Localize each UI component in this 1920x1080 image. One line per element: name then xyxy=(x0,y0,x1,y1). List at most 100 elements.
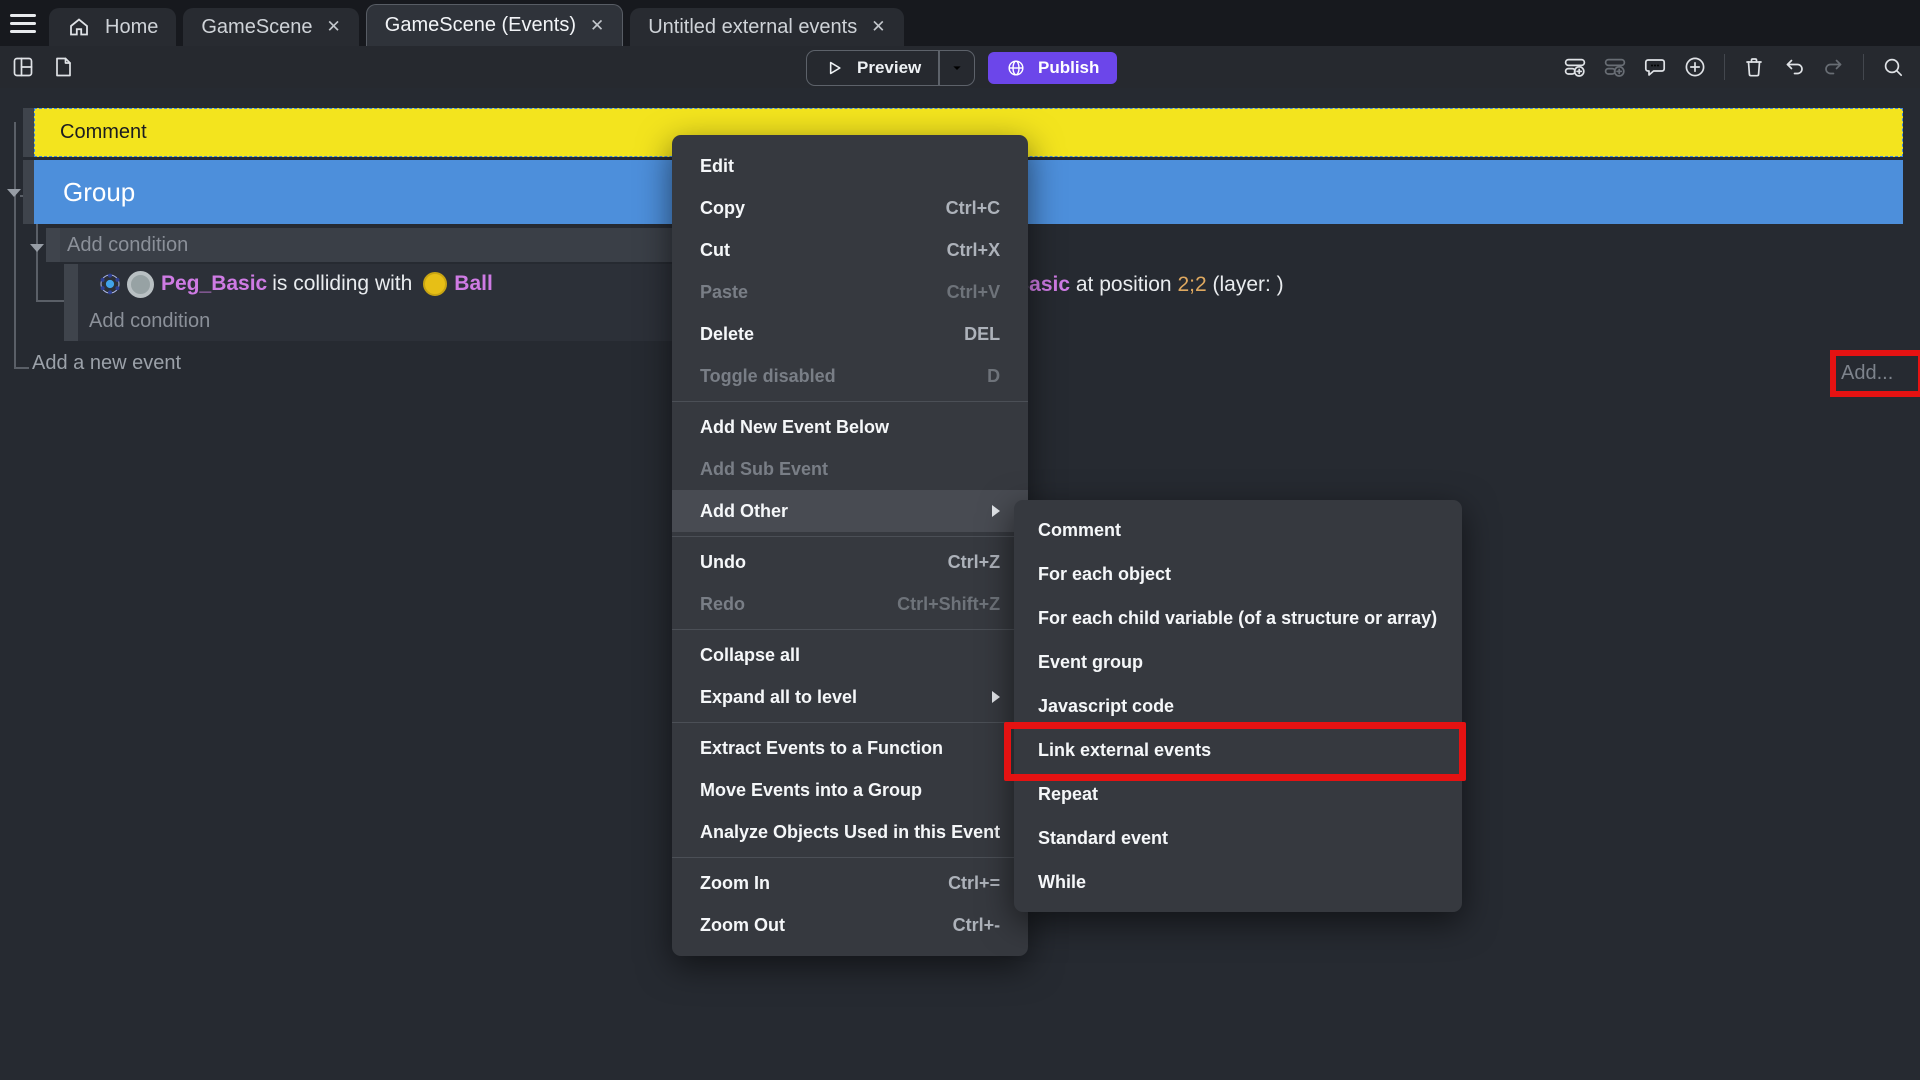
add-button-highlight-box: Add... xyxy=(1830,350,1920,397)
menu-item-shortcut: Ctrl+= xyxy=(902,873,1000,894)
save-icon[interactable] xyxy=(50,54,76,80)
menu-item-move-events-into-a-group[interactable]: Move Events into a Group xyxy=(672,769,1028,811)
menu-item-label: Extract Events to a Function xyxy=(700,738,943,759)
menu-item-label: While xyxy=(1038,872,1086,893)
home-icon xyxy=(67,15,91,39)
menu-item-collapse-all[interactable]: Collapse all xyxy=(672,634,1028,676)
physics-behavior-icon xyxy=(98,272,122,296)
preview-dropdown-button[interactable] xyxy=(940,51,974,85)
add-button[interactable]: Add... xyxy=(1841,362,1893,385)
event-drag-handle[interactable] xyxy=(46,228,60,262)
menu-item-label: Zoom In xyxy=(700,873,770,894)
menu-item-label: Standard event xyxy=(1038,828,1168,849)
menu-item-label: Cut xyxy=(700,240,730,261)
menu-divider xyxy=(672,722,1028,723)
layout-panels-icon[interactable] xyxy=(10,54,36,80)
menu-item-shortcut: Ctrl+- xyxy=(907,915,1001,936)
menu-item-expand-all-to-level[interactable]: Expand all to level xyxy=(672,676,1028,718)
menu-item-label: Repeat xyxy=(1038,784,1098,805)
collapse-arrow-icon[interactable] xyxy=(30,244,44,252)
tab-label: Home xyxy=(105,16,158,39)
menu-item-copy[interactable]: Copy Ctrl+C xyxy=(672,187,1028,229)
condition-text: is colliding with xyxy=(272,272,412,296)
menu-item-edit[interactable]: Edit xyxy=(672,145,1028,187)
menu-item-shortcut: Ctrl+Shift+Z xyxy=(851,594,1000,615)
tree-line xyxy=(36,222,38,302)
menu-item-zoom-out[interactable]: Zoom OutCtrl+- xyxy=(672,904,1028,946)
menu-item-delete[interactable]: DeleteDEL xyxy=(672,313,1028,355)
tab-gamescene-events[interactable]: GameScene (Events) ✕ xyxy=(366,4,623,46)
redo-icon xyxy=(1821,54,1847,80)
menu-item-label: Redo xyxy=(700,594,745,615)
condition-object2: Ball xyxy=(454,272,493,296)
menu-item-label: Add Other xyxy=(700,501,788,522)
menu-item-add-new-event-below[interactable]: Add New Event Below xyxy=(672,406,1028,448)
menu-item-add-other[interactable]: Add Other xyxy=(672,490,1028,532)
event-drag-handle[interactable] xyxy=(64,264,78,341)
add-sub-event-icon xyxy=(1602,54,1628,80)
preview-button[interactable]: Preview xyxy=(806,50,975,86)
menu-item-shortcut: Ctrl+Z xyxy=(902,552,1001,573)
menu-item-label: Copy xyxy=(700,198,745,219)
publish-button[interactable]: Publish xyxy=(988,52,1117,84)
undo-icon[interactable] xyxy=(1781,54,1807,80)
menu-item-shortcut: Ctrl+C xyxy=(900,198,1001,219)
menu-item-for-each-child-variable-of-a-structure-or-array[interactable]: For each child variable (of a structure … xyxy=(1014,596,1462,640)
menu-item-paste[interactable]: PasteCtrl+V xyxy=(672,271,1028,313)
menu-item-label: Collapse all xyxy=(700,645,800,666)
action-layer-text: (layer: ) xyxy=(1207,273,1284,296)
add-other-event-icon[interactable] xyxy=(1682,54,1708,80)
menu-item-add-sub-event[interactable]: Add Sub Event xyxy=(672,448,1028,490)
hamburger-icon[interactable] xyxy=(10,9,46,37)
menu-item-while[interactable]: While xyxy=(1014,860,1462,904)
menu-item-extract-events-to-a-function[interactable]: Extract Events to a Function xyxy=(672,727,1028,769)
menu-item-toggle-disabled[interactable]: Toggle disabledD xyxy=(672,355,1028,397)
tab-label: Untitled external events xyxy=(648,16,857,39)
collapse-arrow-icon[interactable] xyxy=(7,189,21,197)
action-position-value: 2;2 xyxy=(1177,273,1206,296)
search-icon[interactable] xyxy=(1880,54,1906,80)
menu-item-label: Javascript code xyxy=(1038,696,1174,717)
menu-item-standard-event[interactable]: Standard event xyxy=(1014,816,1462,860)
menu-item-label: Comment xyxy=(1038,520,1121,541)
tab-home[interactable]: Home xyxy=(49,8,176,46)
event-drag-handle[interactable] xyxy=(23,160,34,224)
menu-item-label: Move Events into a Group xyxy=(700,780,922,801)
tab-close-icon[interactable]: ✕ xyxy=(590,16,604,36)
toolbar-divider xyxy=(1863,54,1864,80)
add-other-submenu: Comment For each object For each child var… xyxy=(1014,500,1462,912)
tab-gamescene[interactable]: GameScene ✕ xyxy=(183,8,358,46)
menu-item-for-each-object[interactable]: For each object xyxy=(1014,552,1462,596)
delete-icon[interactable] xyxy=(1741,54,1767,80)
menu-item-cut[interactable]: CutCtrl+X xyxy=(672,229,1028,271)
menu-item-analyze-objects-used-in-this-event[interactable]: Analyze Objects Used in this Event xyxy=(672,811,1028,853)
event-drag-handle[interactable] xyxy=(23,108,34,157)
add-new-event-link[interactable]: Add a new event xyxy=(32,352,181,375)
globe-icon xyxy=(1006,58,1026,78)
menu-item-label: Analyze Objects Used in this Event xyxy=(700,822,1000,843)
link-external-events-highlight-box xyxy=(1004,722,1466,781)
menu-item-event-group[interactable]: Event group xyxy=(1014,640,1462,684)
menu-item-label: Add New Event Below xyxy=(700,417,889,438)
tab-close-icon[interactable]: ✕ xyxy=(327,17,341,37)
action-row[interactable]: Basic at position 2;2 (layer: ) xyxy=(1014,268,1284,302)
ball-object-icon xyxy=(423,272,447,296)
tree-line xyxy=(14,367,29,369)
menu-item-undo[interactable]: UndoCtrl+Z xyxy=(672,541,1028,583)
tab-bar: Home GameScene ✕ GameScene (Events) ✕ Un… xyxy=(0,0,1920,46)
menu-divider xyxy=(672,857,1028,858)
tab-untitled-external-events[interactable]: Untitled external events ✕ xyxy=(630,8,903,46)
menu-divider xyxy=(672,401,1028,402)
toolbar: Preview Publish xyxy=(0,46,1920,88)
tab-close-icon[interactable]: ✕ xyxy=(871,17,885,37)
menu-item-zoom-in[interactable]: Zoom In Ctrl+= xyxy=(672,862,1028,904)
menu-item-shortcut: Ctrl+V xyxy=(901,282,1001,303)
tab-strip: Home GameScene ✕ GameScene (Events) ✕ Un… xyxy=(49,4,904,46)
menu-item-redo[interactable]: Redo Ctrl+Shift+Z xyxy=(672,583,1028,625)
add-event-icon[interactable] xyxy=(1562,54,1588,80)
menu-item-label: For each child variable (of a structure … xyxy=(1038,608,1437,629)
menu-item-label: For each object xyxy=(1038,564,1171,585)
add-comment-icon[interactable] xyxy=(1642,54,1668,80)
condition-object1: Peg_Basic xyxy=(161,272,267,296)
menu-item-comment[interactable]: Comment xyxy=(1014,508,1462,552)
